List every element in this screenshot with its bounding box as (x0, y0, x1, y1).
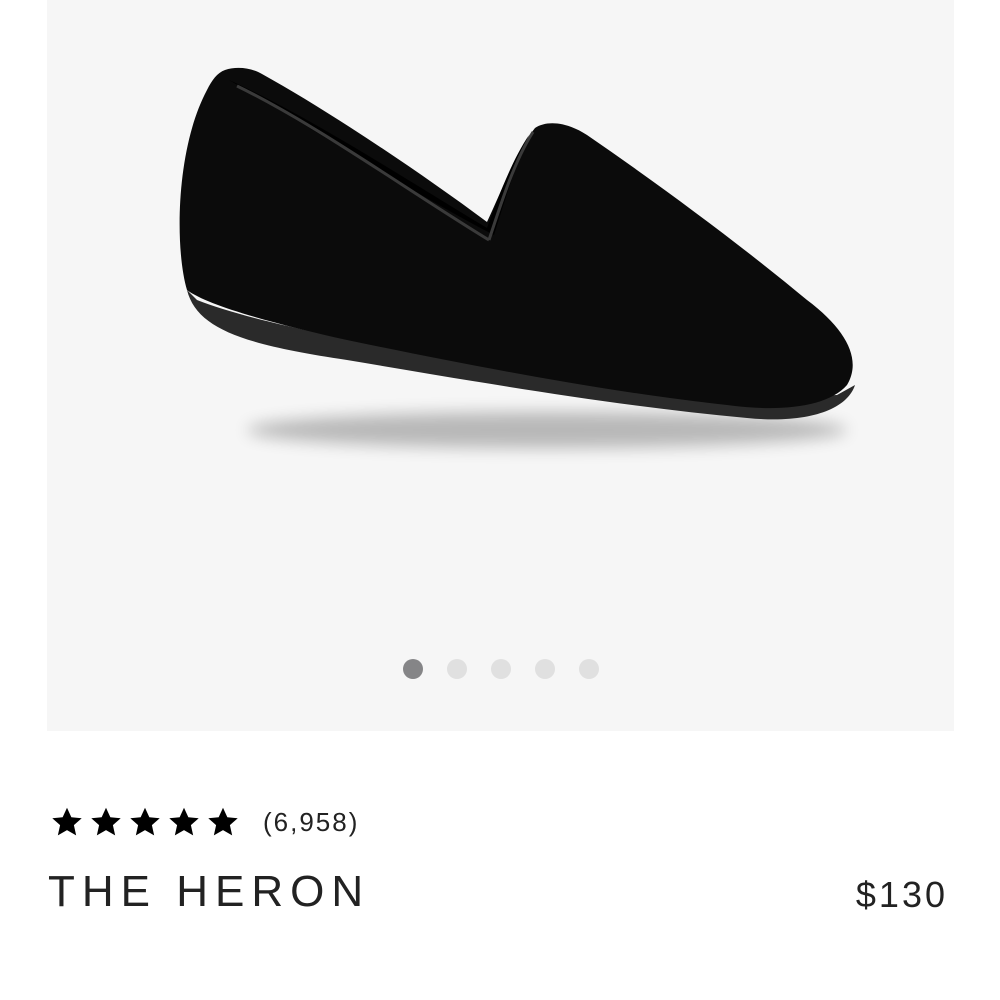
star-rating (49, 804, 241, 840)
gallery-dot-5[interactable] (578, 659, 599, 679)
gallery-pagination (47, 659, 954, 679)
rating-summary[interactable]: (6,958) (49, 802, 359, 842)
star-icon (88, 804, 124, 840)
product-image[interactable] (47, 0, 954, 731)
star-icon (49, 804, 85, 840)
review-count[interactable]: (6,958) (263, 807, 359, 838)
star-icon (166, 804, 202, 840)
gallery-dot-1[interactable] (402, 659, 423, 679)
gallery-dot-3[interactable] (490, 659, 511, 679)
product-price: $130 (855, 874, 948, 915)
gallery-dot-4[interactable] (534, 659, 555, 679)
star-icon (127, 804, 163, 840)
gallery-dot-2[interactable] (446, 659, 467, 679)
product-image-gallery[interactable] (47, 0, 954, 731)
product-name[interactable]: THE HERON (48, 866, 370, 918)
star-icon (205, 804, 241, 840)
